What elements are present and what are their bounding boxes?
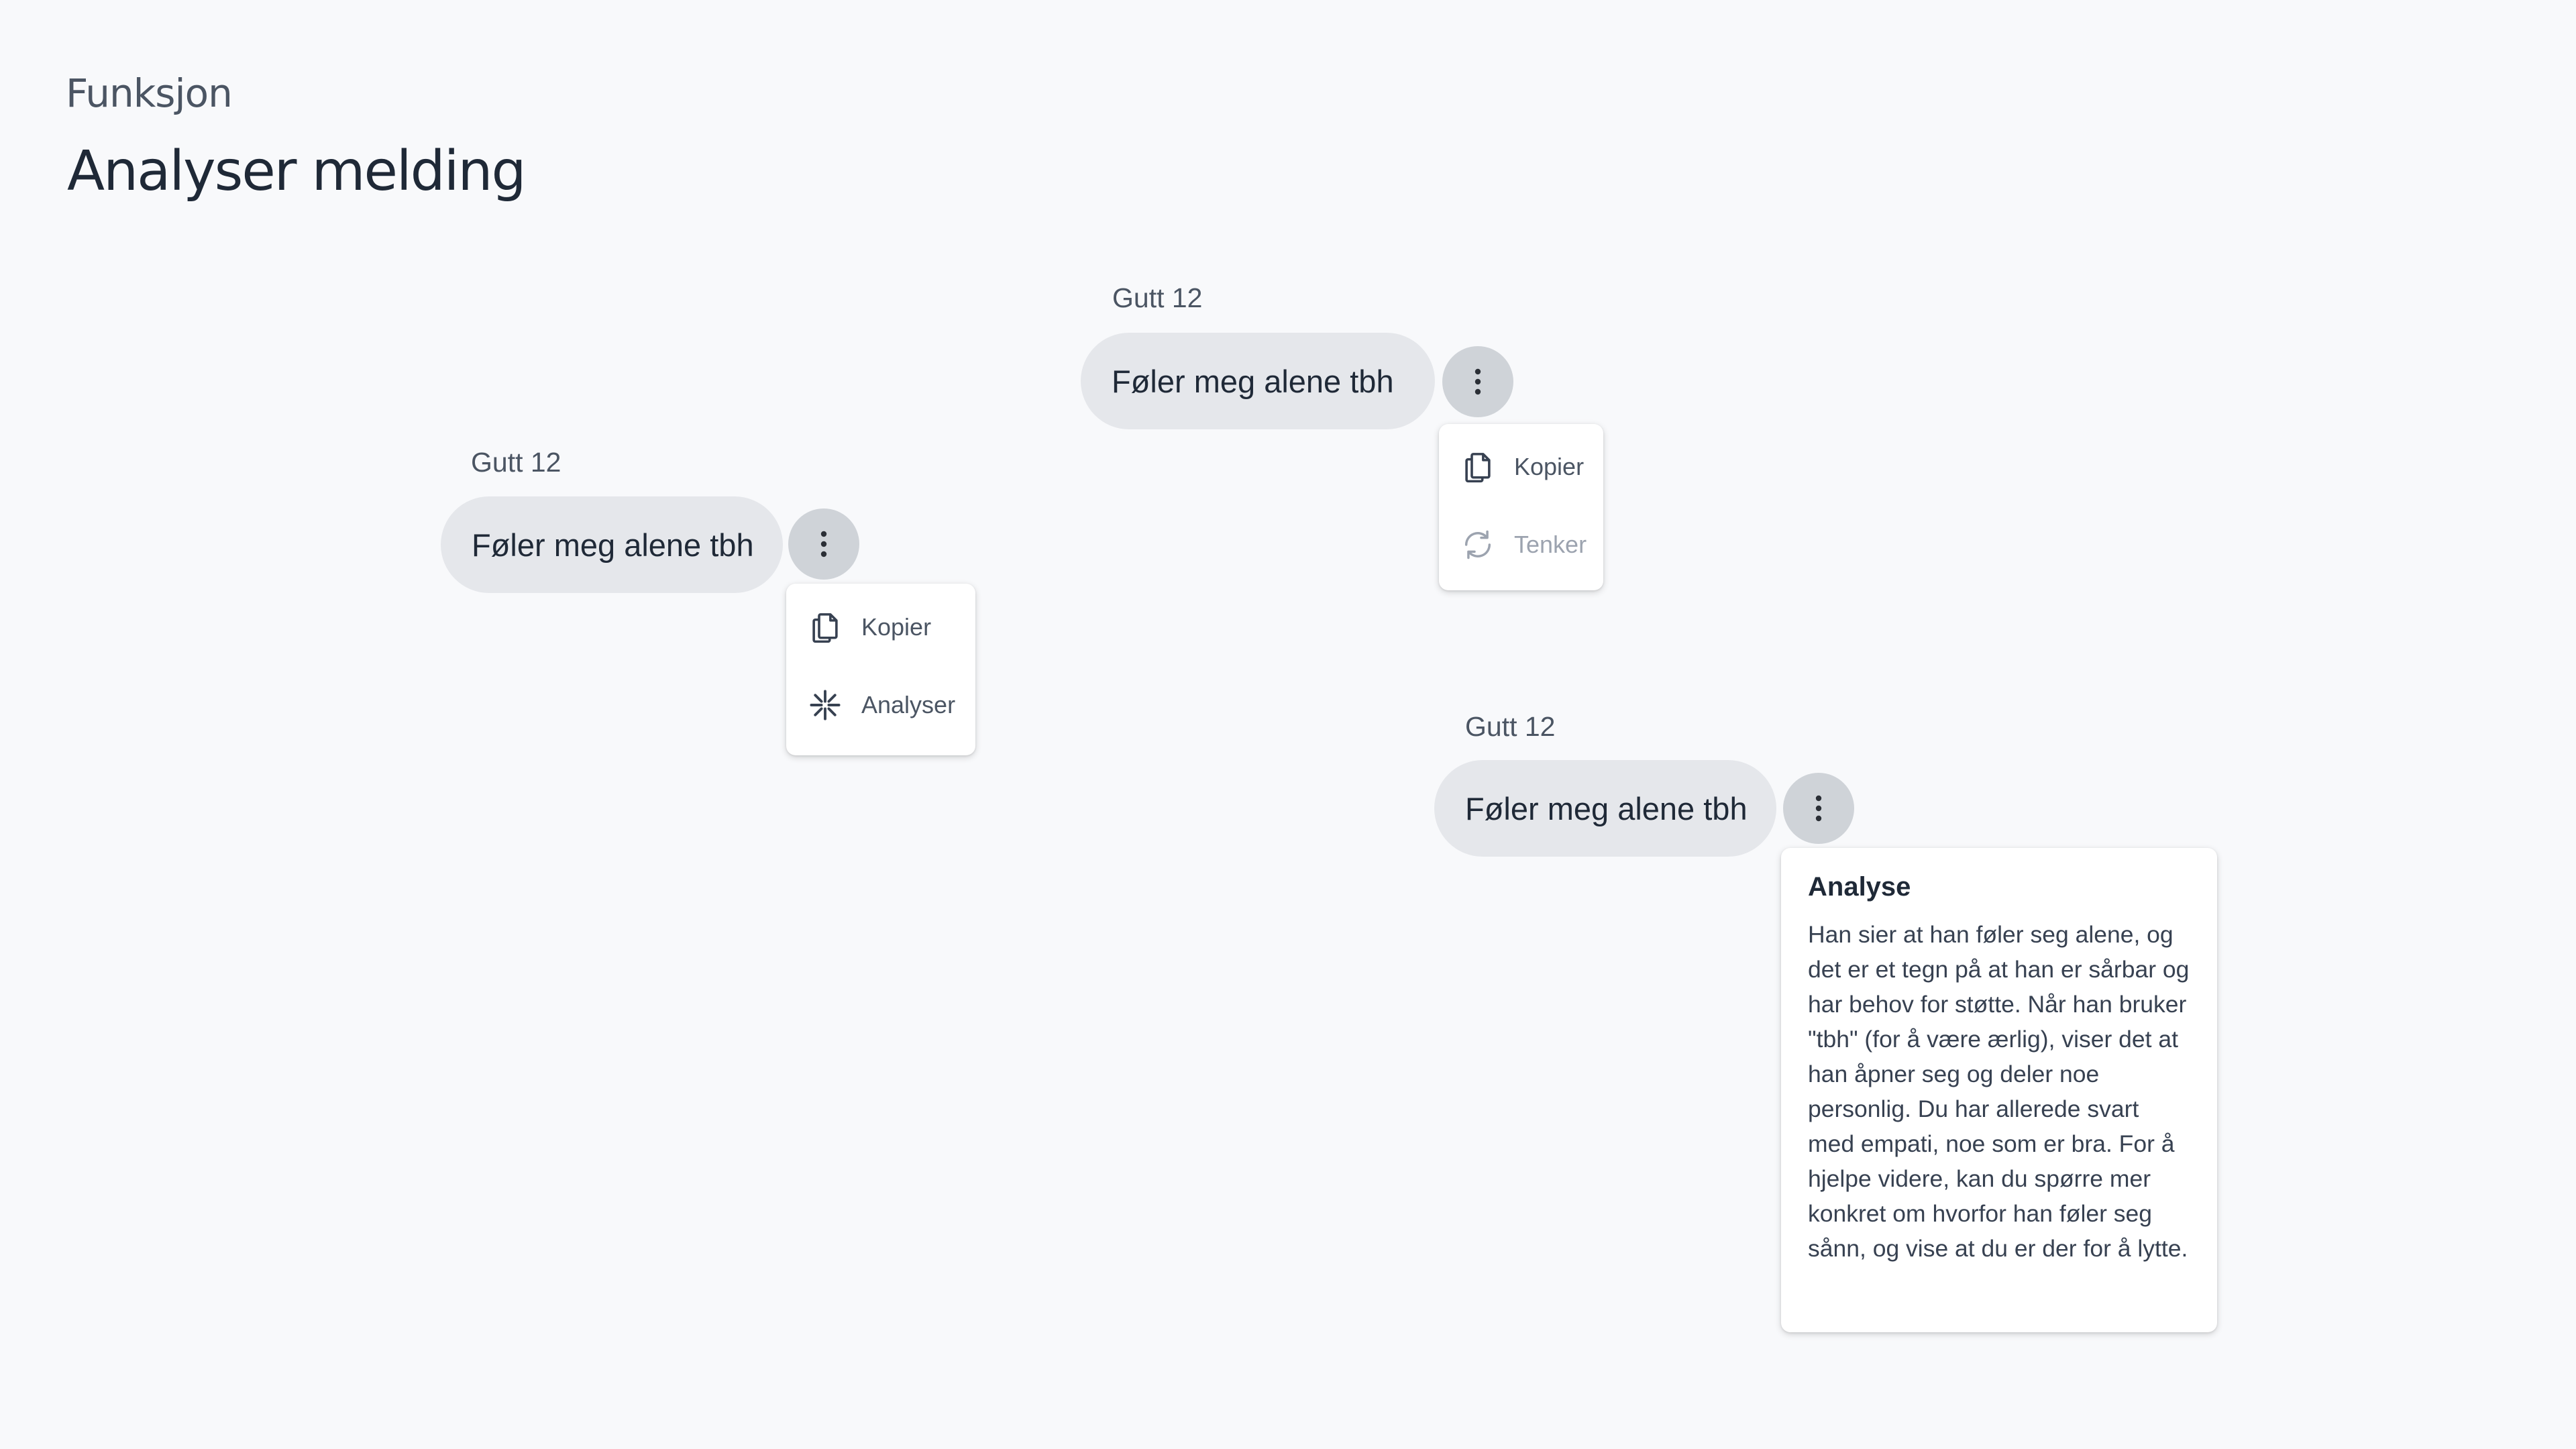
message-bubble: Føler meg alene tbh (1434, 760, 1776, 857)
menu-item-label: Kopier (861, 613, 932, 641)
menu-item-thinking: Tenker (1439, 508, 1603, 582)
menu-item-label: Analyser (861, 691, 956, 718)
more-options-button[interactable] (788, 508, 859, 580)
more-vertical-icon (820, 531, 827, 557)
message-bubble: Føler meg alene tbh (1081, 333, 1435, 429)
more-options-button[interactable] (1783, 773, 1854, 844)
page-subtitle: Funksjon (66, 70, 233, 116)
analysis-panel: Analyse Han sier at han føler seg alene,… (1781, 848, 2217, 1332)
more-vertical-icon (1815, 795, 1822, 822)
copy-icon (805, 607, 845, 647)
page-title: Analyser melding (67, 140, 527, 203)
copy-icon (1458, 447, 1498, 487)
message-menu: Kopier Analyser (786, 584, 975, 755)
menu-item-label: Tenker (1514, 531, 1587, 558)
analysis-title: Analyse (1808, 872, 1911, 902)
message-bubble: Føler meg alene tbh (441, 496, 783, 593)
message-sender: Gutt 12 (471, 447, 561, 478)
menu-item-analyze[interactable]: Analyser (786, 668, 975, 742)
more-vertical-icon (1474, 368, 1481, 395)
menu-item-label: Kopier (1514, 453, 1585, 480)
analysis-body: Han sier at han føler seg alene, og det … (1808, 921, 2190, 1262)
menu-item-copy[interactable]: Kopier (1439, 430, 1603, 504)
message-menu: Kopier Tenker (1439, 424, 1603, 590)
sparkle-icon (805, 685, 845, 725)
message-sender: Gutt 12 (1465, 711, 1556, 742)
menu-item-copy[interactable]: Kopier (786, 590, 975, 664)
more-options-button[interactable] (1442, 346, 1513, 417)
message-sender: Gutt 12 (1112, 282, 1203, 313)
loading-icon (1458, 525, 1498, 565)
